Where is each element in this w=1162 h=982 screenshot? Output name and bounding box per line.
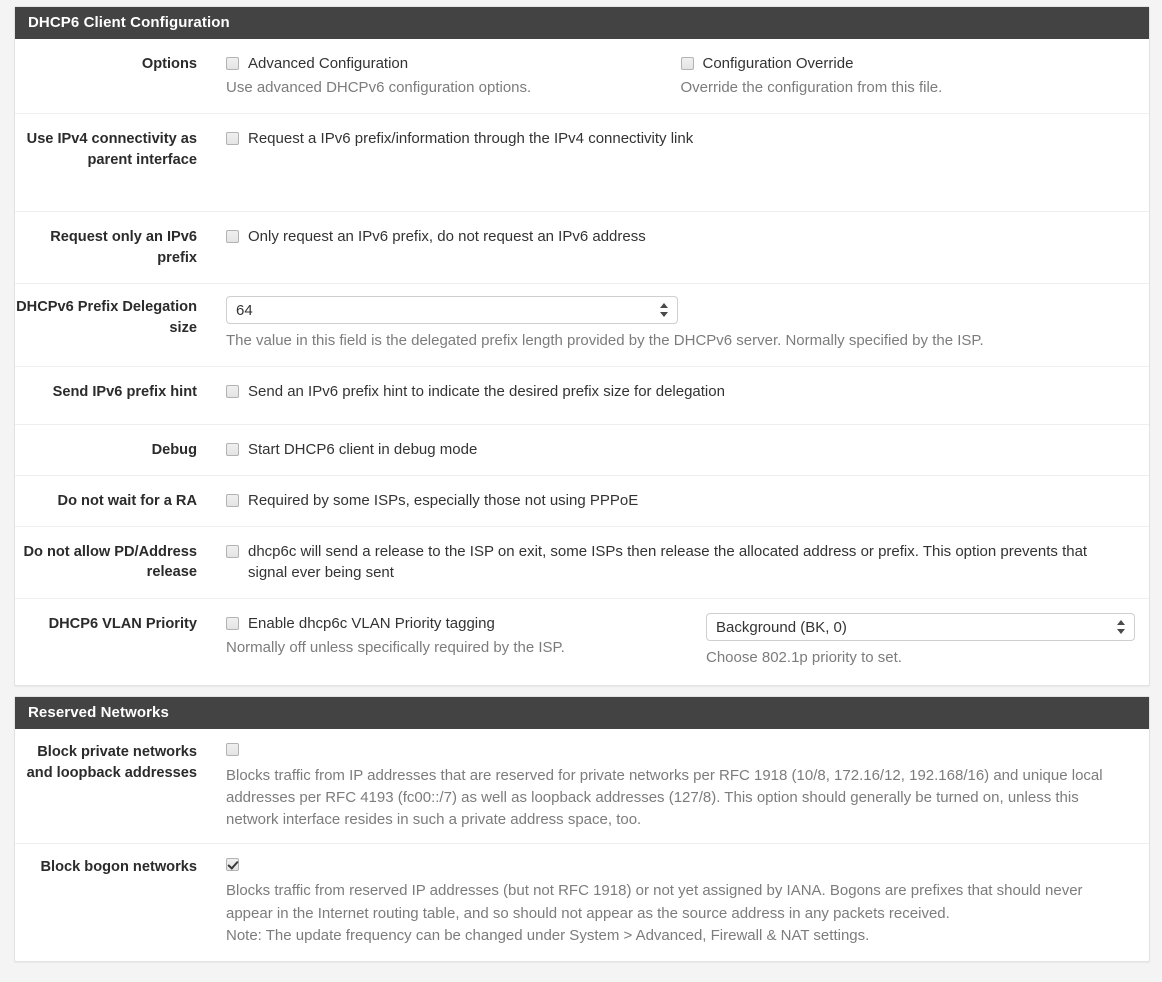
checkbox-block-bogon-networks[interactable] [226,858,239,872]
vlan-priority-left-column: Enable dhcp6c VLAN Priority tagging Norm… [226,613,706,669]
spinner-prefix-delegation-size[interactable] [660,302,669,318]
control-block-bogon-networks: Blocks traffic from reserved IP addresse… [197,856,1149,946]
panel-body-dhcp6: Options Advanced Configuration Use advan… [15,39,1149,685]
checkbox-only-request-prefix[interactable] [226,230,239,244]
checkbox-label-request-ipv6-via-ipv4[interactable]: Request a IPv6 prefix/information throug… [248,128,693,150]
control-no-ra-wait: Required by some ISPs, especially those … [197,490,1149,512]
row-block-bogon-networks: Block bogon networks Blocks traffic from… [15,844,1149,960]
row-no-ra-wait: Do not wait for a RA Required by some IS… [15,476,1149,527]
options-column-advanced: Advanced Configuration Use advanced DHCP… [226,53,681,99]
help-note-block-bogon-networks: Note: The update frequency can be change… [226,926,870,944]
control-request-only-prefix: Only request an IPv6 prefix, do not requ… [197,226,1149,248]
select-value-8021p-priority: Background (BK, 0) [716,619,847,637]
spinner-8021p-priority[interactable] [1117,619,1126,635]
row-send-prefix-hint: Send IPv6 prefix hint Send an IPv6 prefi… [15,367,1149,425]
control-options: Advanced Configuration Use advanced DHCP… [197,53,1149,99]
checkbox-block-private-networks[interactable] [226,743,239,757]
row-block-private-networks: Block private networks and loopback addr… [15,729,1149,845]
caret-down-icon[interactable] [1117,629,1125,635]
caret-up-icon[interactable] [1117,620,1125,626]
vlan-priority-right-column: Background (BK, 0) Choose 802.1p priorit… [706,613,1135,669]
row-vlan-priority: DHCP6 VLAN Priority Enable dhcp6c VLAN P… [15,599,1149,685]
panel-dhcp6-client-configuration: DHCP6 Client Configuration Options Advan… [14,6,1150,687]
checkbox-label-configuration-override[interactable]: Configuration Override [703,53,854,75]
checkbox-label-send-prefix-hint[interactable]: Send an IPv6 prefix hint to indicate the… [248,381,725,403]
input-value-prefix-delegation-size: 64 [236,301,253,319]
help-block-private-networks: Blocks traffic from IP addresses that ar… [226,767,1103,829]
help-advanced-configuration: Use advanced DHCPv6 configuration option… [226,79,532,96]
row-options: Options Advanced Configuration Use advan… [15,39,1149,115]
row-ipv4-parent-interface: Use IPv4 connectivity as parent interfac… [15,114,1149,213]
page-container: DHCP6 Client Configuration Options Advan… [0,0,1162,982]
checkbox-label-no-pd-release[interactable]: dhcp6c will send a release to the ISP on… [248,541,1127,585]
label-debug: Debug [151,441,197,458]
caret-up-icon[interactable] [660,302,668,308]
checkbox-configuration-override[interactable] [680,57,694,71]
checkbox-label-only-request-prefix[interactable]: Only request an IPv6 prefix, do not requ… [248,226,646,248]
control-vlan-priority: Enable dhcp6c VLAN Priority tagging Norm… [197,613,1149,669]
row-no-pd-release: Do not allow PD/Address release dhcp6c w… [15,527,1149,600]
checkbox-send-prefix-hint[interactable] [226,384,239,398]
help-8021p-priority: Choose 802.1p priority to set. [706,649,902,667]
panel-title-dhcp6-client-configuration: DHCP6 Client Configuration [15,7,1149,40]
checkbox-label-enable-vlan-priority-tagging[interactable]: Enable dhcp6c VLAN Priority tagging [248,613,495,635]
checkbox-no-pd-release[interactable] [226,544,239,558]
row-request-only-prefix: Request only an IPv6 prefix Only request… [15,212,1149,284]
panel-body-reserved-networks: Block private networks and loopback addr… [15,729,1149,960]
checkbox-label-advanced-configuration[interactable]: Advanced Configuration [248,53,408,75]
control-prefix-delegation-size: 64 The value in this field is the delega… [197,295,1149,352]
label-ipv4-parent-interface: Use IPv4 connectivity as parent interfac… [26,131,197,168]
label-no-ra-wait: Do not wait for a RA [57,492,197,509]
label-options: Options [141,56,197,73]
checkbox-label-no-ra-wait[interactable]: Required by some ISPs, especially those … [248,490,638,512]
row-debug: Debug Start DHCP6 client in debug mode [15,425,1149,476]
checkbox-request-ipv6-via-ipv4[interactable] [226,132,239,146]
label-block-private-networks: Block private networks and loopback addr… [26,744,197,782]
control-send-prefix-hint: Send an IPv6 prefix hint to indicate the… [197,381,1149,403]
label-request-only-prefix: Request only an IPv6 prefix [50,229,197,266]
panel-reserved-networks: Reserved Networks Block private networks… [14,696,1150,962]
input-prefix-delegation-size[interactable]: 64 [226,295,678,324]
control-no-pd-release: dhcp6c will send a release to the ISP on… [197,541,1149,585]
label-prefix-delegation-size: DHCPv6 Prefix Delegation size [16,298,197,336]
caret-down-icon[interactable] [660,311,668,317]
checkbox-debug-mode[interactable] [226,442,239,456]
help-prefix-delegation-size: The value in this field is the delegated… [226,331,984,349]
control-ipv4-parent-interface: Request a IPv6 prefix/information throug… [197,128,1149,150]
help-configuration-override: Override the configuration from this fil… [680,79,943,96]
checkbox-no-ra-wait[interactable] [226,493,239,507]
select-8021p-priority[interactable]: Background (BK, 0) [706,613,1135,642]
row-prefix-delegation-size: DHCPv6 Prefix Delegation size 64 The val… [15,284,1149,367]
help-block-bogon-networks: Blocks traffic from reserved IP addresse… [226,882,1083,922]
panel-title-reserved-networks: Reserved Networks [15,697,1149,730]
label-vlan-priority: DHCP6 VLAN Priority [48,616,197,633]
checkbox-advanced-configuration[interactable] [226,57,239,71]
checkbox-label-debug-mode[interactable]: Start DHCP6 client in debug mode [248,439,477,461]
help-vlan-priority: Normally off unless specifically require… [226,638,565,656]
checkbox-enable-vlan-priority-tagging[interactable] [226,617,239,631]
control-block-private-networks: Blocks traffic from IP addresses that ar… [197,741,1149,831]
options-column-override: Configuration Override Override the conf… [680,53,1136,99]
label-send-prefix-hint: Send IPv6 prefix hint [52,383,197,400]
label-block-bogon-networks: Block bogon networks [40,859,198,876]
label-no-pd-release: Do not allow PD/Address release [23,543,197,581]
control-debug: Start DHCP6 client in debug mode [197,439,1149,461]
